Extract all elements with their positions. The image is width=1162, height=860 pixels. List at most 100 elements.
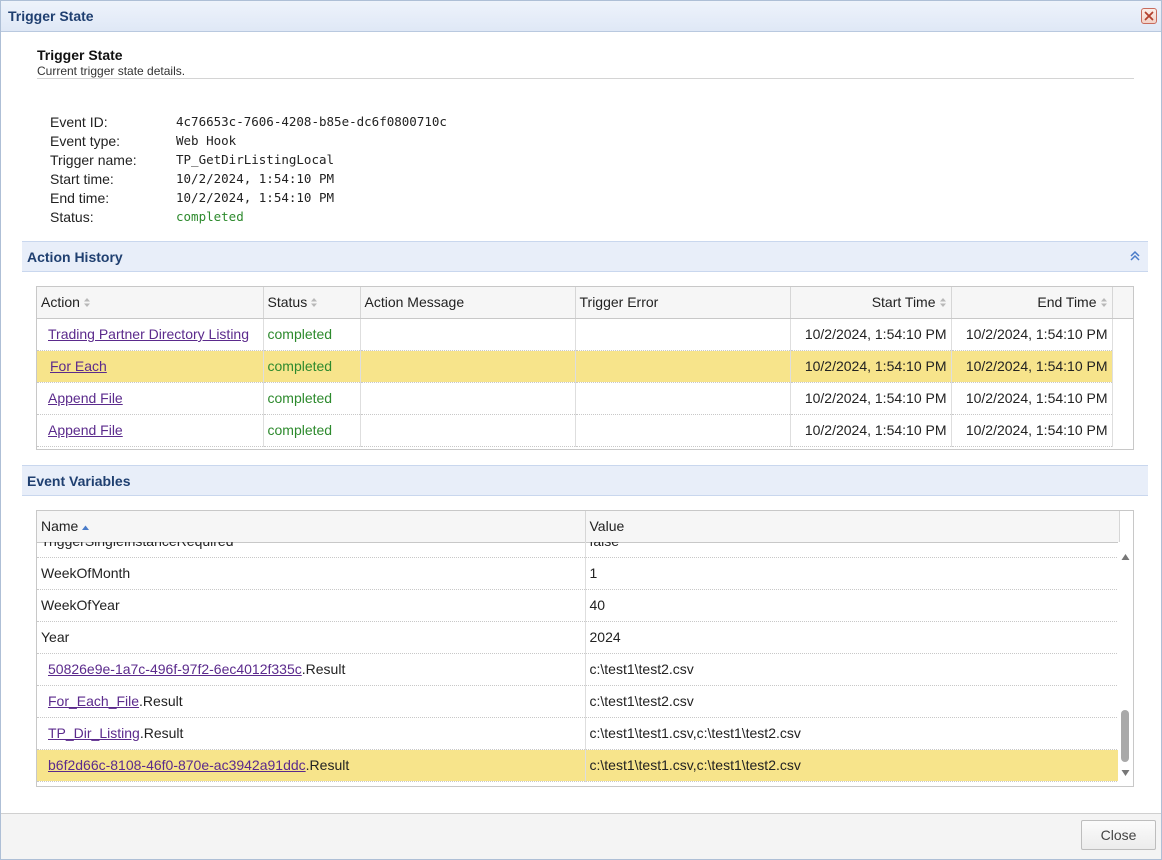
variable-link[interactable]: TP_Dir_Listing xyxy=(48,725,140,741)
variables-viewport[interactable]: TriggerSingleInstanceRequired false Week… xyxy=(37,542,1119,786)
status-cell: completed xyxy=(263,318,361,351)
status-cell: completed xyxy=(263,414,361,447)
start-time-value: 10/2/2024, 1:54:10 PM xyxy=(176,171,335,186)
spacer-cell xyxy=(1112,382,1133,414)
end-time-cell: 10/2/2024, 1:54:10 PM xyxy=(951,350,1113,383)
collapse-up-icon[interactable] xyxy=(1128,249,1142,263)
variable-link[interactable]: b6f2d66c-8108-46f0-870e-ac3942a91ddc xyxy=(48,757,306,773)
scroll-down-icon[interactable] xyxy=(1121,764,1130,780)
scroll-up-icon[interactable] xyxy=(1121,548,1130,564)
action-cell: For Each xyxy=(37,350,264,383)
event-variables-grid: Name Value TriggerSingleInstanceRequired… xyxy=(36,510,1134,787)
table-row[interactable]: Append File completed 10/2/2024, 1:54:10… xyxy=(37,414,1133,447)
column-header-trigger-error[interactable]: Trigger Error xyxy=(575,287,791,319)
end-time-cell: 10/2/2024, 1:54:10 PM xyxy=(951,414,1113,447)
column-header-start-time[interactable]: Start Time xyxy=(790,287,952,319)
info-label: Event ID: xyxy=(50,113,108,130)
variable-name: b6f2d66c-8108-46f0-870e-ac3942a91ddc.Res… xyxy=(37,749,586,782)
sort-icon xyxy=(1100,295,1108,311)
message-cell xyxy=(360,382,576,415)
action-link[interactable]: Trading Partner Directory Listing xyxy=(48,326,249,342)
variable-value: false xyxy=(585,542,1119,558)
table-row[interactable]: Append File completed 10/2/2024, 1:54:10… xyxy=(37,382,1133,415)
variable-suffix: .Result xyxy=(305,757,350,773)
info-label: Start time: xyxy=(50,170,114,187)
info-row-event-type: Event type: Web Hook xyxy=(50,131,1148,150)
column-header-value[interactable]: Value xyxy=(585,511,1120,543)
sort-icon xyxy=(939,295,947,311)
close-icon[interactable] xyxy=(1141,8,1157,24)
details-subtitle: Current trigger state details. xyxy=(37,64,186,78)
details-header: Trigger State Current trigger state deta… xyxy=(8,33,1148,78)
table-row[interactable]: Year 2024 xyxy=(37,621,1119,654)
end-time-cell: 10/2/2024, 1:54:10 PM xyxy=(951,382,1113,415)
variable-name: WeekOfYear xyxy=(37,589,586,622)
variable-name: WeekOfMonth xyxy=(37,557,586,590)
event-info: Event ID: 4c76653c-7606-4208-b85e-dc6f08… xyxy=(8,79,1148,226)
variable-name: 50826e9e-1a7c-496f-97f2-6ec4012f335c.Res… xyxy=(37,653,586,686)
end-time-value: 10/2/2024, 1:54:10 PM xyxy=(176,190,335,205)
dialog-title: Trigger State xyxy=(8,8,94,24)
info-row-trigger-name: Trigger name: TP_GetDirListingLocal xyxy=(50,150,1148,169)
status-value: completed xyxy=(176,209,244,224)
info-row-status: Status: completed xyxy=(50,207,1148,226)
variable-value: c:\test1\test2.csv xyxy=(585,685,1119,718)
event-id-value: 4c76653c-7606-4208-b85e-dc6f0800710c xyxy=(176,114,447,129)
spacer-cell xyxy=(1112,350,1133,382)
table-row-selected[interactable]: For Each completed 10/2/2024, 1:54:10 PM… xyxy=(37,350,1133,383)
column-header-status[interactable]: Status xyxy=(263,287,361,319)
sort-ascending-icon xyxy=(81,519,90,535)
error-cell xyxy=(575,382,791,415)
info-label: Trigger name: xyxy=(50,151,137,168)
spacer-cell xyxy=(1112,414,1133,446)
variable-value: c:\test1\test1.csv,c:\test1\test2.csv xyxy=(585,749,1119,782)
column-header-action[interactable]: Action xyxy=(37,287,264,319)
variable-suffix: .Result xyxy=(139,693,183,709)
info-row-start-time: Start time: 10/2/2024, 1:54:10 PM xyxy=(50,169,1148,188)
table-row[interactable]: WeekOfMonth 1 xyxy=(37,557,1119,590)
start-time-cell: 10/2/2024, 1:54:10 PM xyxy=(790,414,952,447)
table-row[interactable]: Trading Partner Directory Listing comple… xyxy=(37,318,1133,351)
table-row[interactable]: WeekOfYear 40 xyxy=(37,589,1119,622)
variable-suffix: .Result xyxy=(301,661,346,677)
action-link[interactable]: Append File xyxy=(48,390,123,406)
variable-suffix: .Result xyxy=(139,725,184,741)
error-cell xyxy=(575,318,791,351)
event-variables-table: Name Value xyxy=(37,511,1120,543)
action-cell: Append File xyxy=(37,382,264,415)
trigger-name-value: TP_GetDirListingLocal xyxy=(176,152,335,167)
column-header-action-message[interactable]: Action Message xyxy=(360,287,576,319)
variable-value: 40 xyxy=(585,589,1119,622)
close-button[interactable]: Close xyxy=(1081,820,1156,850)
column-header-name[interactable]: Name xyxy=(37,511,586,543)
table-row-selected[interactable]: b6f2d66c-8108-46f0-870e-ac3942a91ddc.Res… xyxy=(37,749,1119,782)
table-row[interactable]: TP_Dir_Listing.Result c:\test1\test1.csv… xyxy=(37,717,1119,750)
table-row[interactable]: TriggerSingleInstanceRequired false xyxy=(37,542,1119,558)
scrollbar-thumb[interactable] xyxy=(1121,710,1129,762)
action-cell: Trading Partner Directory Listing xyxy=(37,318,264,351)
start-time-cell: 10/2/2024, 1:54:10 PM xyxy=(790,350,952,383)
status-cell: completed xyxy=(263,382,361,415)
action-history-grid: Action Status Action Message Trigger Err… xyxy=(36,286,1134,450)
event-type-value: Web Hook xyxy=(176,133,237,148)
dialog-footer: Close xyxy=(1,813,1161,859)
spacer-cell xyxy=(1112,318,1133,350)
variable-name: Year xyxy=(37,621,586,654)
action-link[interactable]: Append File xyxy=(48,422,123,438)
variable-link[interactable]: For_Each_File xyxy=(48,693,139,709)
message-cell xyxy=(360,350,576,383)
vertical-scrollbar[interactable] xyxy=(1118,542,1133,786)
event-variables-header[interactable]: Event Variables xyxy=(22,465,1148,496)
table-row[interactable]: For_Each_File.Result c:\test1\test2.csv xyxy=(37,685,1119,718)
action-link[interactable]: For Each xyxy=(50,358,107,374)
column-header-end-time[interactable]: End Time xyxy=(951,287,1113,319)
dialog-titlebar: Trigger State xyxy=(1,1,1161,32)
table-row[interactable]: 50826e9e-1a7c-496f-97f2-6ec4012f335c.Res… xyxy=(37,653,1119,686)
action-history-title: Action History xyxy=(27,248,123,265)
action-history-header[interactable]: Action History xyxy=(22,241,1148,272)
event-variables-title: Event Variables xyxy=(27,472,131,489)
variable-value: c:\test1\test2.csv xyxy=(585,653,1119,686)
variable-link[interactable]: 50826e9e-1a7c-496f-97f2-6ec4012f335c xyxy=(48,661,302,677)
message-cell xyxy=(360,414,576,447)
sort-icon xyxy=(310,295,318,311)
